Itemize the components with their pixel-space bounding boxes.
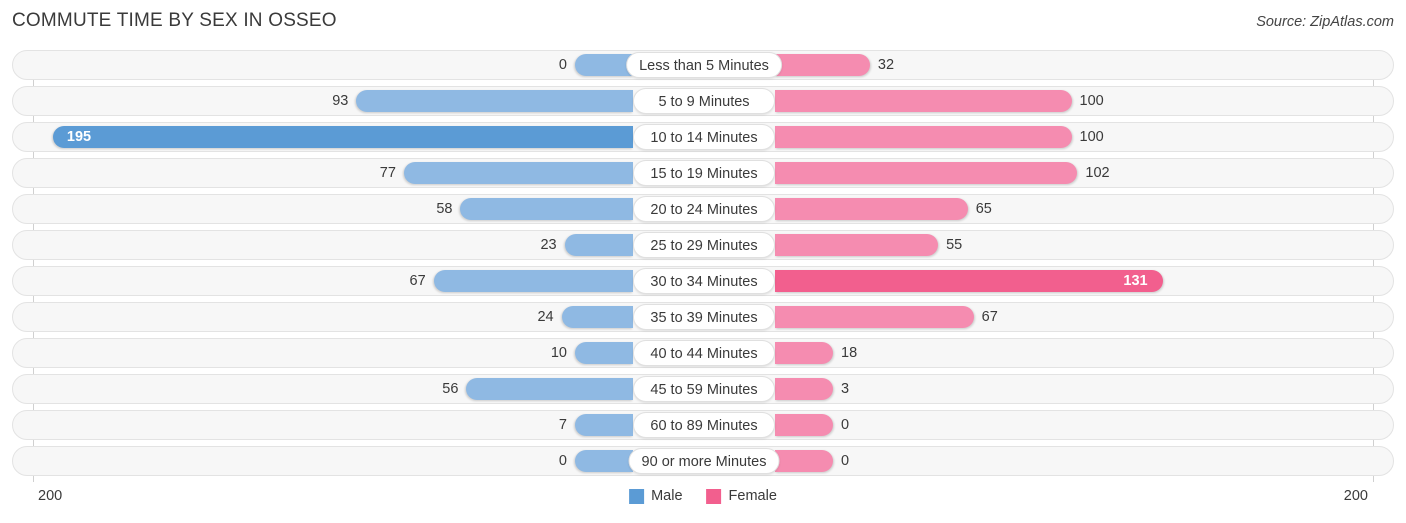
value-label-female: 0 [841, 417, 850, 433]
category-label: 45 to 59 Minutes [633, 376, 775, 402]
value-label-female: 100 [1079, 93, 1104, 109]
bar-row: 0 0 90 or more Minutes [0, 446, 1406, 476]
legend: Male Female [629, 488, 777, 504]
value-label-male: 77 [379, 165, 396, 181]
bar-row: 58 65 20 to 24 Minutes [0, 194, 1406, 224]
category-label: 60 to 89 Minutes [633, 412, 775, 438]
value-label-male: 0 [558, 57, 567, 73]
legend-swatch-female-icon [706, 488, 722, 504]
value-label-male: 7 [558, 417, 567, 433]
value-label-male: 93 [332, 93, 349, 109]
value-label-female: 100 [1079, 129, 1104, 145]
legend-label: Female [728, 488, 777, 504]
category-label: 90 or more Minutes [628, 448, 780, 474]
bar-row: 10 18 40 to 44 Minutes [0, 338, 1406, 368]
bar-male[interactable] [575, 342, 633, 364]
value-label-female: 131 [1123, 273, 1148, 289]
value-label-female: 102 [1085, 165, 1110, 181]
bar-male[interactable] [575, 450, 633, 472]
category-label: 40 to 44 Minutes [633, 340, 775, 366]
bar-row: 67 131 30 to 34 Minutes [0, 266, 1406, 296]
value-label-female: 3 [841, 381, 850, 397]
category-label: 25 to 29 Minutes [633, 232, 775, 258]
bar-female[interactable] [775, 306, 974, 328]
axis-tick-left: 200 [38, 488, 63, 504]
bar-female[interactable] [775, 198, 968, 220]
legend-label: Male [651, 488, 683, 504]
value-label-male: 56 [442, 381, 459, 397]
value-label-female: 32 [877, 57, 895, 73]
value-label-male: 23 [540, 237, 557, 253]
bar-male[interactable] [466, 378, 633, 400]
bar-rows: 0 32 Less than 5 Minutes 93 100 5 to 9 Minute… [0, 50, 1406, 482]
bar-female[interactable] [775, 450, 833, 472]
bar-male[interactable] [575, 414, 633, 436]
value-label-female: 65 [975, 201, 992, 217]
bar-row: 195 100 10 to 14 Minutes [0, 122, 1406, 152]
category-label: 35 to 39 Minutes [633, 304, 775, 330]
legend-swatch-male-icon [629, 488, 645, 504]
bar-male[interactable] [561, 306, 633, 328]
page-title: COMMUTE TIME BY SEX IN OSSEO [12, 10, 337, 31]
bar-male[interactable] [564, 234, 633, 256]
bar-female[interactable] [775, 54, 870, 76]
value-label-female: 0 [841, 453, 850, 469]
chart-page: COMMUTE TIME BY SEX IN OSSEO Source: Zip… [0, 0, 1406, 523]
legend-item-male[interactable]: Male [629, 488, 683, 504]
value-label-male: 67 [409, 273, 426, 289]
axis-tick-right: 200 [1343, 488, 1368, 504]
value-label-male: 195 [66, 129, 92, 145]
bar-male[interactable] [403, 162, 633, 184]
value-label-male: 58 [436, 201, 453, 217]
value-label-male: 24 [537, 309, 554, 325]
plot-area: 0 32 Less than 5 Minutes 93 100 5 to 9 Minute… [0, 50, 1406, 482]
category-label: 20 to 24 Minutes [633, 196, 775, 222]
source-attribution: Source: ZipAtlas.com [1256, 14, 1394, 30]
bar-female[interactable] [775, 378, 833, 400]
bar-male[interactable] [356, 90, 633, 112]
category-label: Less than 5 Minutes [626, 52, 782, 78]
bar-row: 23 55 25 to 29 Minutes [0, 230, 1406, 260]
value-label-female: 67 [981, 309, 998, 325]
bar-row: 93 100 5 to 9 Minutes [0, 86, 1406, 116]
category-label: 15 to 19 Minutes [633, 160, 775, 186]
value-label-male: 0 [558, 453, 567, 469]
bar-male[interactable] [52, 126, 633, 148]
bar-row: 56 3 45 to 59 Minutes [0, 374, 1406, 404]
category-label: 30 to 34 Minutes [633, 268, 775, 294]
bar-female[interactable] [775, 342, 833, 364]
value-label-female: 55 [946, 237, 963, 253]
bar-row: 24 67 35 to 39 Minutes [0, 302, 1406, 332]
bar-row: 77 102 15 to 19 Minutes [0, 158, 1406, 188]
bar-male[interactable] [460, 198, 633, 220]
bar-female[interactable] [775, 234, 939, 256]
bar-male[interactable] [433, 270, 633, 292]
value-label-male: 10 [550, 345, 567, 361]
bar-female[interactable] [775, 126, 1072, 148]
bar-row: 0 32 Less than 5 Minutes [0, 50, 1406, 80]
legend-item-female[interactable]: Female [706, 488, 777, 504]
value-label-female: 18 [841, 345, 858, 361]
bar-female[interactable] [775, 414, 833, 436]
category-label: 5 to 9 Minutes [633, 88, 775, 114]
bar-female[interactable] [775, 162, 1078, 184]
bar-female[interactable] [775, 90, 1072, 112]
category-label: 10 to 14 Minutes [633, 124, 775, 150]
bar-male[interactable] [575, 54, 633, 76]
chart-footer: 200 200 Male Female [0, 482, 1406, 523]
bar-female[interactable] [775, 270, 1164, 292]
bar-row: 7 0 60 to 89 Minutes [0, 410, 1406, 440]
